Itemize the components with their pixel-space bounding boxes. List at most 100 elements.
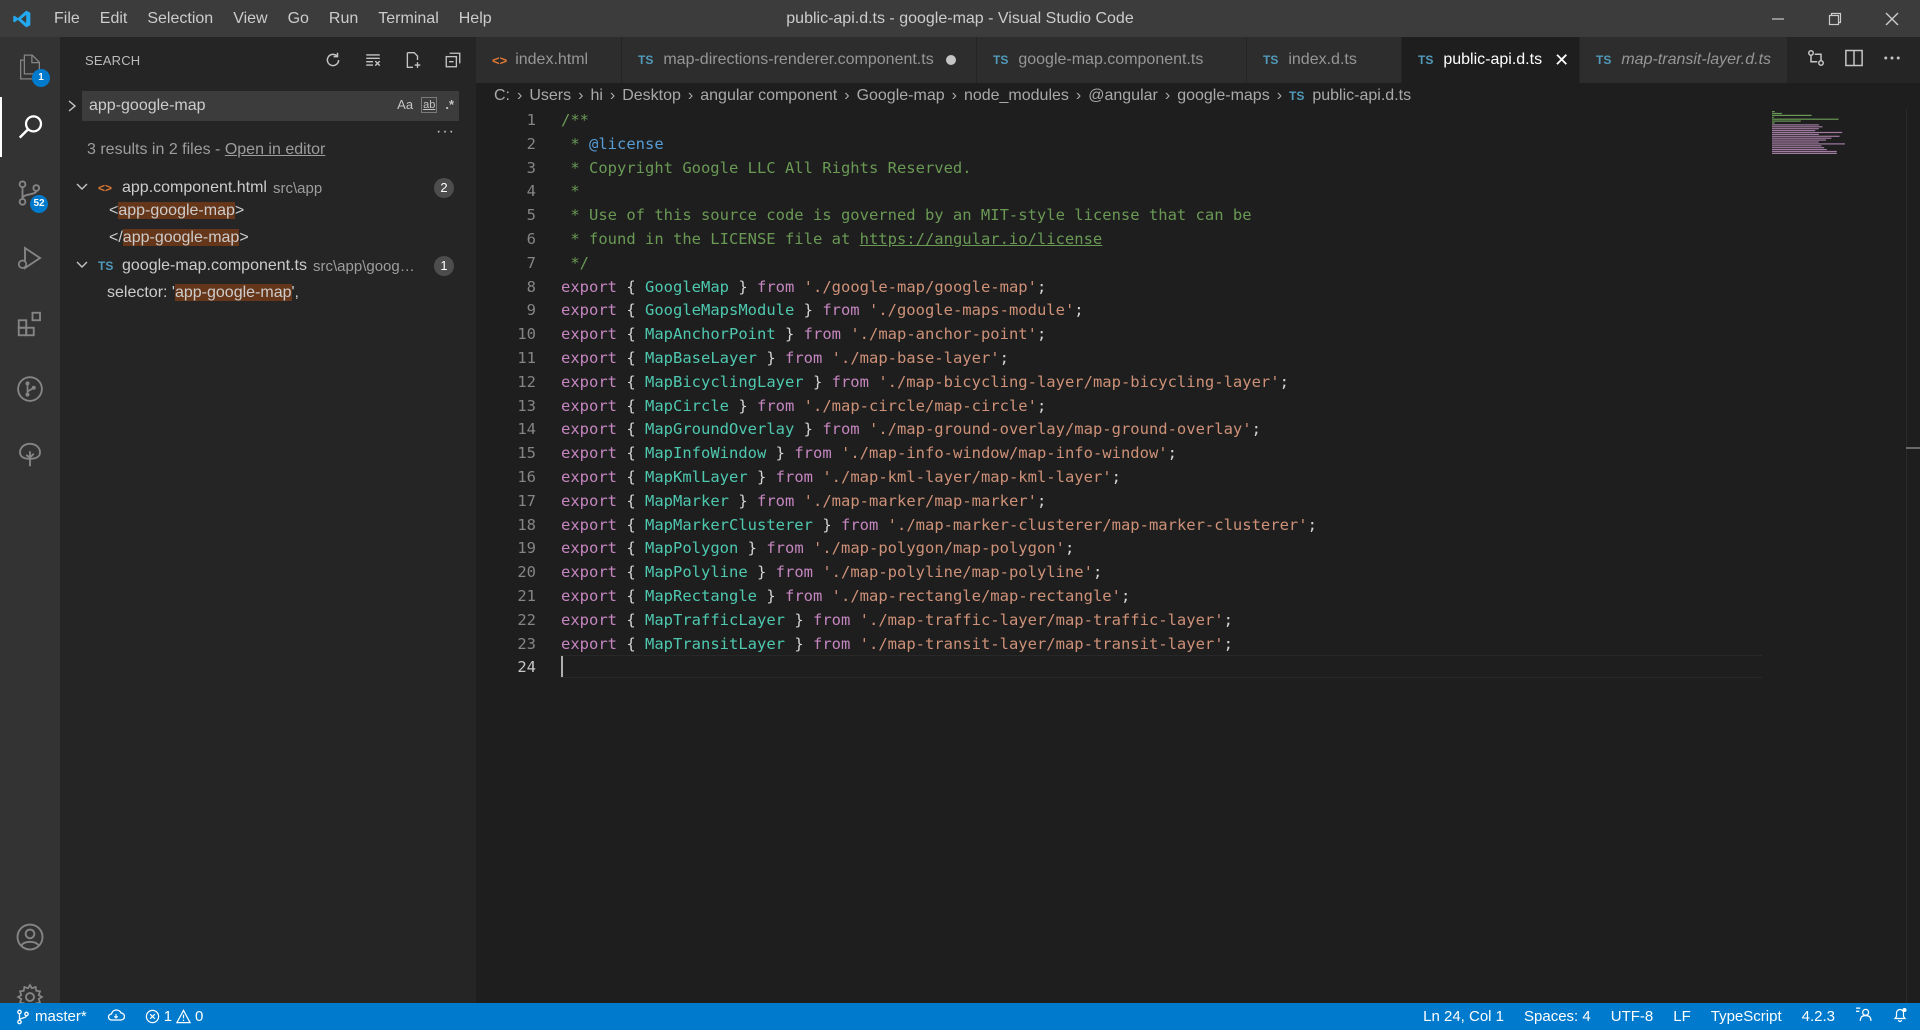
open-changes-button[interactable] <box>1806 48 1826 73</box>
code-line[interactable]: export { GoogleMap } from './google-map/… <box>561 276 1761 300</box>
tab-google-map-component[interactable]: TS google-map.component.ts <box>977 37 1247 83</box>
code-line[interactable]: * @license <box>561 133 1761 157</box>
code-line[interactable]: export { MapMarker } from './map-marker/… <box>561 490 1761 514</box>
menu-help[interactable]: Help <box>449 0 502 37</box>
breadcrumb-item[interactable]: Users <box>529 87 571 105</box>
restore-button[interactable] <box>1806 0 1863 37</box>
unsaved-dot-icon[interactable] <box>945 55 956 65</box>
code-line[interactable]: export { MapKmlLayer } from './map-kml-l… <box>561 466 1761 490</box>
indentation[interactable]: Spaces: 4 <box>1524 1008 1591 1025</box>
breadcrumb-item[interactable]: angular component <box>700 87 837 105</box>
new-search-editor-button[interactable] <box>400 47 426 73</box>
explorer-button[interactable]: 1 <box>0 37 60 97</box>
code-editor[interactable]: 1 2 3 4 5 6 7 8 9 10 11 12 13 14 15 16 17 18 19 20 21 22 23 24 … <box>476 109 1920 1003</box>
tab-public-api-d-ts[interactable]: TS public-api.d.ts ✕ <box>1402 37 1580 83</box>
match-case-toggle[interactable]: Aa <box>397 97 413 113</box>
extensions-button[interactable] <box>0 294 60 354</box>
minimap[interactable] <box>1770 109 1890 159</box>
collapse-all-button[interactable] <box>440 47 466 73</box>
export-name: MapPolyline <box>645 563 748 582</box>
branch-indicator[interactable]: master* <box>16 1008 87 1025</box>
tab-map-directions-renderer[interactable]: TS map-directions-renderer.component.ts <box>622 37 977 83</box>
match-whole-word-toggle[interactable]: ab <box>421 97 438 113</box>
regex-toggle[interactable]: .* <box>445 97 454 113</box>
end-of-line[interactable]: LF <box>1673 1008 1691 1025</box>
breadcrumb-item[interactable]: node_modules <box>964 87 1069 105</box>
breadcrumb-item[interactable]: C: <box>494 87 510 105</box>
code-line[interactable]: export { GoogleMapsModule } from './goog… <box>561 299 1761 323</box>
menu-view[interactable]: View <box>223 0 277 37</box>
result-file-row[interactable]: TS google-map.component.ts src\app\googl… <box>60 253 476 279</box>
code-line[interactable]: export { MapBaseLayer } from './map-base… <box>561 347 1761 371</box>
source-control-button[interactable]: 52 <box>0 163 60 223</box>
code-line[interactable]: export { MapRectangle } from './map-rect… <box>561 585 1761 609</box>
code-content[interactable]: /** * @license * Copyright Google LLC Al… <box>561 109 1761 680</box>
git-graph-button[interactable] <box>0 359 60 419</box>
tab-index-html[interactable]: <> index.html <box>476 37 622 83</box>
punctuation: ; <box>1036 491 1047 510</box>
code-line[interactable]: export { MapAnchorPoint } from './map-an… <box>561 323 1761 347</box>
line-number: 7 <box>526 253 536 272</box>
minimize-button[interactable] <box>1749 0 1806 37</box>
encoding[interactable]: UTF-8 <box>1611 1008 1654 1025</box>
code-line[interactable]: * found in the LICENSE file at https://a… <box>561 228 1761 252</box>
code-line[interactable]: export { MapPolyline } from './map-polyl… <box>561 561 1761 585</box>
result-match-row[interactable]: selector: 'app-google-map', <box>60 280 476 306</box>
breadcrumb-file[interactable]: public-api.d.ts <box>1312 87 1411 105</box>
notifications-button[interactable] <box>1892 1006 1908 1027</box>
breadcrumb-item[interactable]: hi <box>590 87 602 105</box>
sync-button[interactable] <box>107 1008 125 1026</box>
code-line[interactable]: * Use of this source code is governed by… <box>561 204 1761 228</box>
run-debug-button[interactable] <box>0 228 60 288</box>
breadcrumb-item[interactable]: @angular <box>1088 87 1158 105</box>
code-line[interactable]: export { MapMarkerClusterer } from './ma… <box>561 514 1761 538</box>
more-actions-button[interactable] <box>1882 48 1902 73</box>
code-line[interactable]: export { MapCircle } from './map-circle/… <box>561 395 1761 419</box>
toggle-replace-button[interactable] <box>66 99 78 118</box>
typescript-version[interactable]: 4.2.3 <box>1802 1008 1835 1025</box>
open-in-editor-link[interactable]: Open in editor <box>225 141 326 158</box>
code-line[interactable]: export { MapInfoWindow } from './map-inf… <box>561 442 1761 466</box>
breadcrumb: C: › Users › hi › Desktop › angular component › Go… <box>476 83 1920 109</box>
cursor-position[interactable]: Ln 24, Col 1 <box>1423 1008 1504 1025</box>
code-line[interactable]: */ <box>561 252 1761 276</box>
code-line[interactable]: * Copyright Google LLC All Rights Reserv… <box>561 157 1761 181</box>
breadcrumb-item[interactable]: Google-map <box>857 87 945 105</box>
menu-run[interactable]: Run <box>319 0 368 37</box>
result-match-row[interactable]: <app-google-map> <box>60 198 476 224</box>
menu-go[interactable]: Go <box>278 0 319 37</box>
close-window-button[interactable] <box>1863 0 1920 37</box>
code-line[interactable]: * <box>561 180 1761 204</box>
accounts-button[interactable] <box>0 907 60 967</box>
split-editor-button[interactable] <box>1844 48 1864 73</box>
code-line[interactable]: export { MapPolygon } from './map-polygo… <box>561 537 1761 561</box>
feedback-button[interactable] <box>1855 1006 1872 1027</box>
code-line[interactable]: /** <box>561 109 1761 133</box>
line-number: 13 <box>517 396 536 415</box>
menu-selection[interactable]: Selection <box>137 0 223 37</box>
clear-results-button[interactable] <box>360 47 386 73</box>
code-line[interactable] <box>561 656 1761 680</box>
result-match-row[interactable]: </app-google-map> <box>60 225 476 251</box>
code-line[interactable]: export { MapTrafficLayer } from './map-t… <box>561 609 1761 633</box>
tab-index-d-ts[interactable]: TS index.d.ts <box>1247 37 1402 83</box>
vertical-scrollbar[interactable] <box>1906 109 1920 1003</box>
punctuation: } <box>729 277 757 296</box>
menu-terminal[interactable]: Terminal <box>368 0 448 37</box>
import-path: './map-bicycling-layer/map-bicycling-lay… <box>878 372 1280 391</box>
refresh-button[interactable] <box>320 47 346 73</box>
close-tab-icon[interactable]: ✕ <box>1554 50 1569 71</box>
code-line[interactable]: export { MapTransitLayer } from './map-t… <box>561 633 1761 657</box>
remote-explorer-button[interactable] <box>0 425 60 485</box>
menu-edit[interactable]: Edit <box>90 0 138 37</box>
toggle-search-details-button[interactable]: ··· <box>436 123 455 141</box>
language-mode[interactable]: TypeScript <box>1711 1008 1782 1025</box>
search-view-button[interactable] <box>0 97 60 157</box>
menu-file[interactable]: File <box>44 0 90 37</box>
tab-map-transit-layer[interactable]: TS map-transit-layer.d.ts <box>1580 37 1788 83</box>
problems-indicator[interactable]: 1 0 <box>145 1008 203 1025</box>
code-line[interactable]: export { MapGroundOverlay } from './map-… <box>561 418 1761 442</box>
breadcrumb-item[interactable]: Desktop <box>622 87 681 105</box>
code-line[interactable]: export { MapBicyclingLayer } from './map… <box>561 371 1761 395</box>
breadcrumb-item[interactable]: google-maps <box>1177 87 1270 105</box>
